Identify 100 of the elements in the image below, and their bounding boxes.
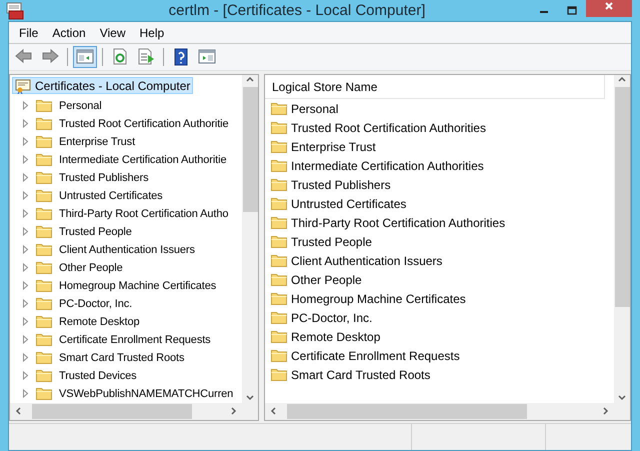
menu-item[interactable]: File <box>12 24 46 42</box>
tree-item[interactable]: Trusted Root Certification Authoritie <box>59 118 229 130</box>
folder-icon <box>271 273 287 286</box>
vertical-scrollbar[interactable] <box>242 75 258 402</box>
list-item[interactable]: Smart Card Trusted Roots <box>291 368 430 382</box>
expand-icon[interactable] <box>22 281 30 290</box>
scroll-down-icon[interactable] <box>617 392 627 402</box>
window-pane-icon <box>198 50 216 64</box>
list-item[interactable]: Intermediate Certification Authorities <box>291 158 484 172</box>
expand-icon[interactable] <box>22 335 30 344</box>
app-icon <box>6 2 24 20</box>
tree-item[interactable]: VSWebPublishNAMEMATCHCurren <box>59 388 234 400</box>
folder-icon <box>36 171 52 184</box>
expand-icon[interactable] <box>22 245 30 254</box>
expand-icon[interactable] <box>22 227 30 236</box>
list-item[interactable]: Remote Desktop <box>291 330 380 344</box>
tree-item[interactable]: Certificate Enrollment Requests <box>59 334 211 346</box>
list-item[interactable]: Trusted Publishers <box>291 178 391 192</box>
expand-icon[interactable] <box>22 173 30 182</box>
expand-icon[interactable] <box>22 371 30 380</box>
expand-icon[interactable] <box>22 155 30 164</box>
folder-icon <box>36 333 52 346</box>
tree-item[interactable]: Trusted People <box>59 226 132 238</box>
expand-icon[interactable] <box>22 353 30 362</box>
horizontal-scrollbar[interactable] <box>265 402 614 420</box>
scroll-down-icon[interactable] <box>245 392 255 402</box>
close-button[interactable] <box>586 0 632 16</box>
maximize-icon <box>567 6 577 16</box>
list-item[interactable]: Certificate Enrollment Requests <box>291 348 460 362</box>
folder-icon <box>271 254 287 267</box>
export-list-icon <box>138 48 154 64</box>
tree-item[interactable]: PC-Doctor, Inc. <box>59 298 132 310</box>
window-pane-icon <box>76 50 94 64</box>
vertical-scrollbar[interactable] <box>614 75 630 402</box>
folder-icon <box>271 235 287 248</box>
folder-icon <box>271 178 287 191</box>
folder-icon <box>271 330 287 343</box>
tree-item[interactable]: Other People <box>59 262 123 274</box>
folder-icon <box>271 311 287 324</box>
folder-icon <box>36 315 52 328</box>
scrollbar-thumb[interactable] <box>32 404 192 418</box>
tree-item[interactable]: Homegroup Machine Certificates <box>59 280 216 292</box>
expand-icon[interactable] <box>22 389 30 398</box>
folder-icon <box>271 349 287 362</box>
horizontal-scrollbar[interactable] <box>10 402 242 420</box>
back-arrow-icon <box>15 48 32 64</box>
toolbar-button[interactable] <box>73 46 97 68</box>
window-title: certlm - [Certificates - Local Computer] <box>168 2 426 19</box>
tree-item[interactable]: Smart Card Trusted Roots <box>59 352 184 364</box>
tree-item[interactable]: Certificates - Local Computer <box>12 77 194 94</box>
tree-item[interactable]: Remote Desktop <box>59 316 140 328</box>
tree-item[interactable]: Trusted Devices <box>59 370 137 382</box>
forward-arrow-icon <box>42 48 59 64</box>
folder-icon <box>36 369 52 382</box>
folder-icon <box>36 135 52 148</box>
column-header[interactable]: Logical Store Name <box>265 75 605 99</box>
scrollbar-thumb[interactable] <box>287 404 527 418</box>
folder-icon <box>271 121 287 134</box>
list-item[interactable]: Enterprise Trust <box>291 140 376 154</box>
folder-icon <box>36 243 52 256</box>
menu-item[interactable]: Help <box>132 24 172 42</box>
tree-item[interactable]: Trusted Publishers <box>59 172 148 184</box>
list-item[interactable]: Trusted People <box>291 234 372 248</box>
tree-item[interactable]: Enterprise Trust <box>59 136 136 148</box>
tree-item[interactable]: Third-Party Root Certification Autho <box>59 208 228 220</box>
list-item[interactable]: Client Authentication Issuers <box>291 254 442 268</box>
list-item[interactable]: Homegroup Machine Certificates <box>291 292 466 306</box>
scrollbar-thumb[interactable] <box>614 87 630 307</box>
scrollbar-thumb[interactable] <box>242 87 258 212</box>
folder-icon <box>36 153 52 166</box>
list-item[interactable]: Trusted Root Certification Authorities <box>291 120 486 134</box>
expand-icon[interactable] <box>22 299 30 308</box>
tree-item[interactable]: Intermediate Certification Authoritie <box>59 154 226 166</box>
tree-item[interactable]: Personal <box>59 100 102 112</box>
folder-icon <box>271 292 287 305</box>
folder-icon <box>36 99 52 112</box>
tree-item[interactable]: Client Authentication Issuers <box>59 244 195 256</box>
expand-icon[interactable] <box>22 137 30 146</box>
list-item[interactable]: PC-Doctor, Inc. <box>291 310 372 324</box>
list-item[interactable]: Untrusted Certificates <box>291 196 406 210</box>
menu-item[interactable]: View <box>92 24 132 42</box>
menu-item[interactable]: Action <box>45 24 93 42</box>
folder-icon <box>36 387 52 400</box>
expand-icon[interactable] <box>22 263 30 272</box>
list-item[interactable]: Other People <box>291 272 362 286</box>
folder-icon <box>271 102 287 115</box>
list-item[interactable]: Personal <box>291 102 338 116</box>
expand-icon[interactable] <box>22 209 30 218</box>
folder-icon <box>271 216 287 229</box>
folder-icon <box>36 351 52 364</box>
expand-icon[interactable] <box>22 101 30 110</box>
expand-icon[interactable] <box>22 317 30 326</box>
tree-item[interactable]: Untrusted Certificates <box>59 190 163 202</box>
refresh-icon <box>114 48 126 64</box>
expand-icon[interactable] <box>22 191 30 200</box>
folder-icon <box>271 368 287 381</box>
close-icon <box>604 1 614 11</box>
folder-icon <box>271 140 287 153</box>
expand-icon[interactable] <box>22 119 30 128</box>
list-item[interactable]: Third-Party Root Certification Authorities <box>291 216 506 230</box>
